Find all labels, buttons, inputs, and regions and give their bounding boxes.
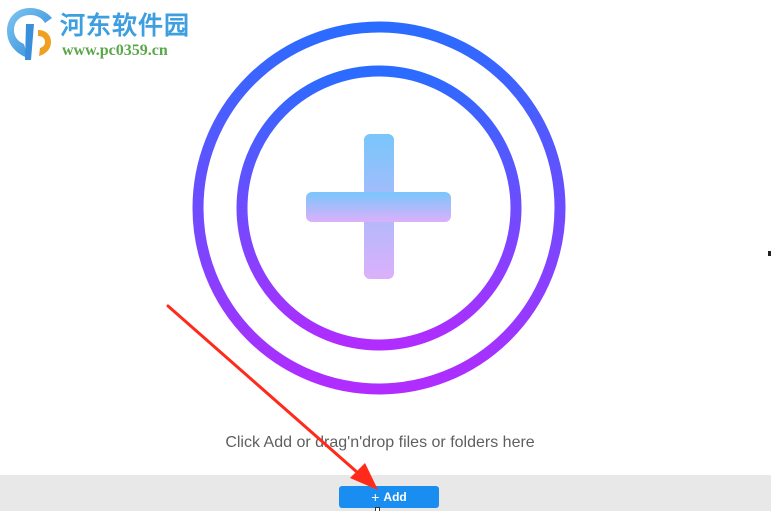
add-button[interactable]: + Add	[339, 486, 439, 508]
app-window: 河东软件园 www.pc0359.cn Click Add or drag'n'…	[0, 0, 771, 511]
watermark-url: www.pc0359.cn	[62, 42, 168, 59]
drop-zone-hint: Click Add or drag'n'drop files or folder…	[225, 434, 535, 451]
plus-icon: +	[371, 489, 380, 505]
add-button-label: Add	[383, 490, 407, 504]
resize-handle[interactable]	[375, 507, 380, 511]
watermark-logo-icon	[7, 8, 52, 60]
watermark-title: 河东软件园	[60, 11, 191, 40]
plus-icon	[306, 134, 451, 279]
bottom-toolbar: + Add	[0, 475, 771, 511]
watermark-logo: 河东软件园 www.pc0359.cn	[0, 0, 210, 66]
add-circle-icon[interactable]	[190, 18, 570, 398]
